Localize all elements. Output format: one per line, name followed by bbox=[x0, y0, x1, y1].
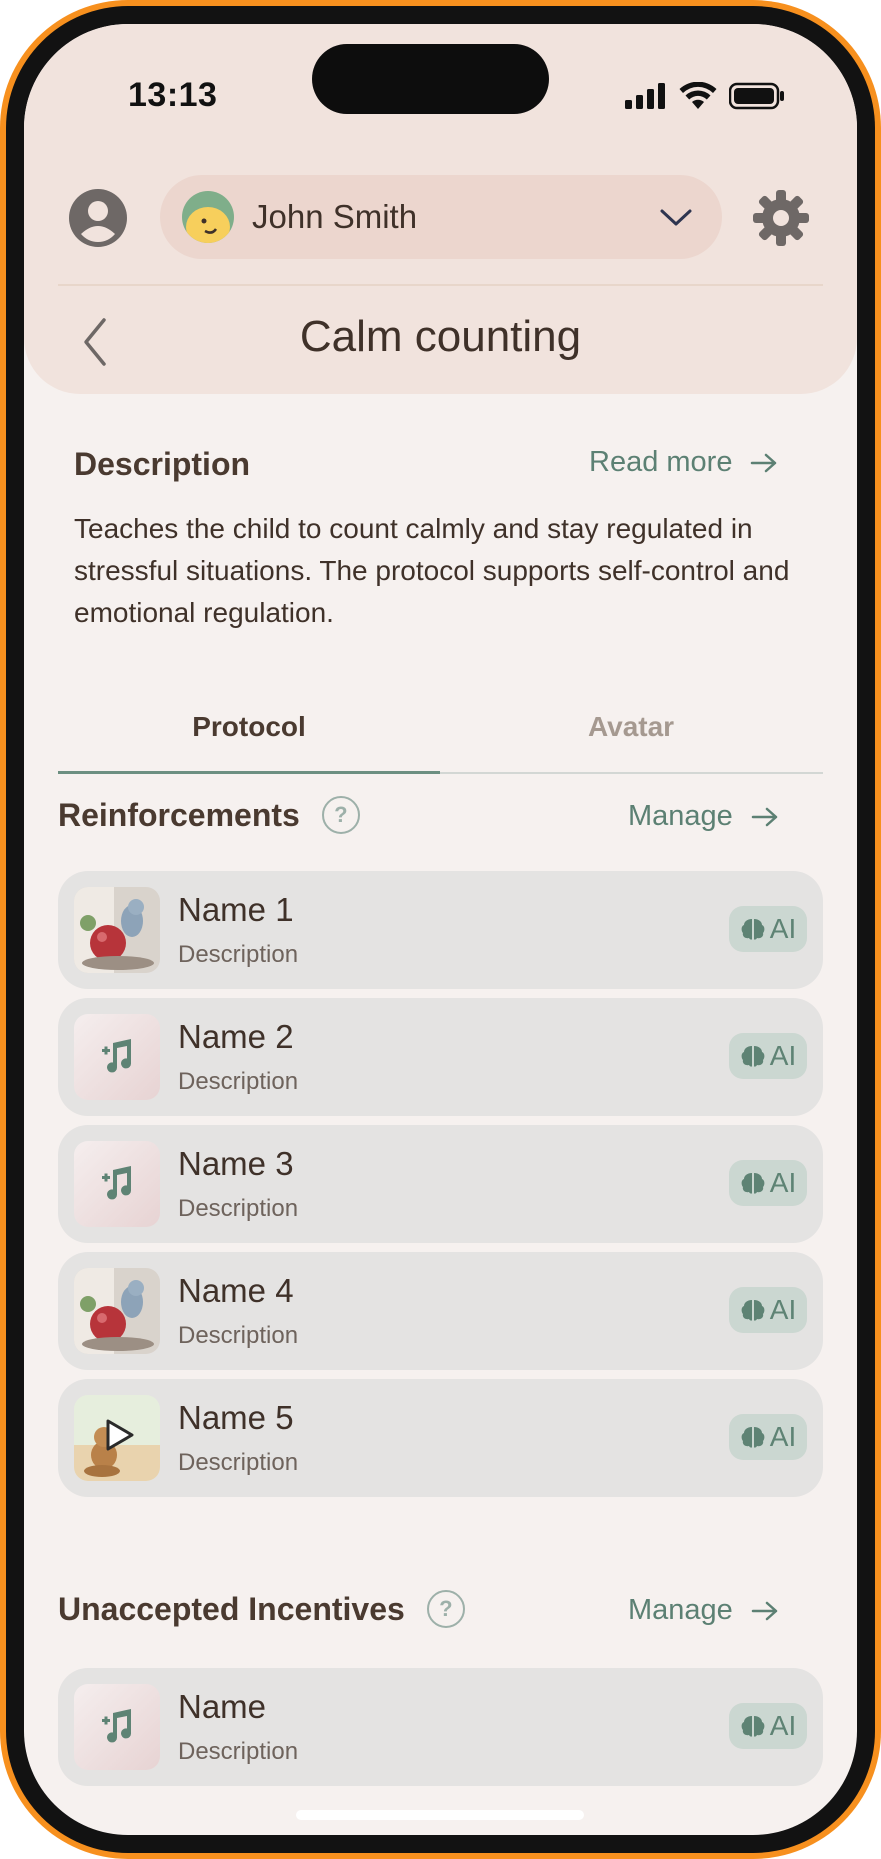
brain-icon bbox=[741, 1173, 765, 1194]
incentive-item[interactable]: Name Description AI bbox=[58, 1668, 823, 1786]
help-icon[interactable]: ? bbox=[321, 796, 360, 834]
ai-badge-label: AI bbox=[769, 1167, 797, 1198]
page-title: Calm counting bbox=[299, 312, 582, 361]
user-avatar bbox=[182, 191, 234, 243]
ai-badge-label: AI bbox=[769, 1710, 797, 1741]
header-divider bbox=[58, 284, 823, 286]
item-name: Name 5 bbox=[178, 1399, 294, 1436]
tab-avatar[interactable]: Avatar bbox=[440, 688, 822, 766]
arrow-right-icon bbox=[751, 807, 778, 826]
profile-icon[interactable] bbox=[68, 188, 128, 248]
read-more-label: Read more bbox=[589, 446, 733, 478]
item-description: Description bbox=[178, 1068, 299, 1095]
reinforcements-manage-link[interactable]: Manage bbox=[628, 800, 779, 833]
ai-badge: AI bbox=[729, 1414, 807, 1460]
user-name: John Smith bbox=[252, 198, 418, 235]
item-name: Name bbox=[178, 1688, 267, 1725]
unaccepted-incentives-title: Unaccepted Incentives bbox=[58, 1590, 405, 1627]
cellular-signal-icon bbox=[625, 83, 665, 109]
reinforcement-item[interactable]: Name 1 Description AI bbox=[58, 871, 823, 989]
chevron-down-icon bbox=[660, 209, 692, 226]
incentive-music-thumbnail bbox=[74, 1684, 160, 1770]
item-name: Name 1 bbox=[178, 891, 294, 928]
tab-active-indicator bbox=[58, 771, 440, 774]
item-name: Name 2 bbox=[178, 1018, 294, 1055]
reinforcement-item[interactable]: Name 3 Description AI bbox=[58, 1125, 823, 1243]
reinforcement-image-thumbnail bbox=[74, 1268, 160, 1354]
brain-icon bbox=[741, 919, 765, 940]
status-time: 13:13 bbox=[128, 76, 218, 114]
ai-badge: AI bbox=[729, 1160, 807, 1206]
read-more-link[interactable]: Read more bbox=[589, 446, 778, 479]
reinforcement-item[interactable]: Name 4 Description AI bbox=[58, 1252, 823, 1370]
music-note-icon bbox=[102, 1709, 132, 1743]
brain-icon bbox=[741, 1300, 765, 1321]
app-screen: 13:13 John Smith Calm counting Descripti… bbox=[24, 24, 857, 1835]
item-description: Description bbox=[178, 1449, 299, 1476]
ai-badge: AI bbox=[729, 1703, 807, 1749]
user-selector[interactable]: John Smith bbox=[160, 175, 722, 259]
wifi-icon bbox=[679, 82, 717, 109]
reinforcement-item[interactable]: Name 5 Description AI bbox=[58, 1379, 823, 1497]
settings-gear-icon[interactable] bbox=[752, 189, 810, 247]
reinforcement-image-thumbnail bbox=[74, 887, 160, 973]
battery-icon bbox=[729, 82, 784, 110]
reinforcements-heading: Reinforcements ? bbox=[58, 796, 360, 834]
brain-icon bbox=[741, 1716, 765, 1737]
unaccepted-incentives-heading: Unaccepted Incentives ? bbox=[58, 1590, 465, 1628]
item-description: Description bbox=[178, 1738, 299, 1765]
brain-icon bbox=[741, 1046, 765, 1067]
music-note-icon bbox=[102, 1039, 132, 1073]
item-description: Description bbox=[178, 1195, 299, 1222]
reinforcement-music-thumbnail bbox=[74, 1141, 160, 1227]
tab-bar: Protocol Avatar bbox=[58, 688, 823, 776]
manage-label: Manage bbox=[628, 1594, 733, 1626]
ai-badge-label: AI bbox=[769, 1040, 797, 1071]
ai-badge: AI bbox=[729, 906, 807, 952]
reinforcement-music-thumbnail bbox=[74, 1014, 160, 1100]
ai-badge-label: AI bbox=[769, 1294, 797, 1325]
home-indicator[interactable] bbox=[296, 1810, 584, 1820]
item-description: Description bbox=[178, 1322, 299, 1349]
unaccepted-manage-link[interactable]: Manage bbox=[628, 1594, 779, 1627]
brain-icon bbox=[741, 1427, 765, 1448]
reinforcement-item[interactable]: Name 2 Description AI bbox=[58, 998, 823, 1116]
music-note-icon bbox=[102, 1166, 132, 1200]
arrow-right-icon bbox=[751, 1601, 778, 1620]
help-icon[interactable]: ? bbox=[426, 1590, 465, 1628]
ai-badge-label: AI bbox=[769, 913, 797, 944]
description-heading: Description bbox=[74, 446, 251, 482]
dynamic-island bbox=[312, 44, 549, 114]
item-name: Name 4 bbox=[178, 1272, 294, 1309]
reinforcements-title: Reinforcements bbox=[58, 796, 300, 833]
tab-protocol[interactable]: Protocol bbox=[58, 688, 440, 766]
manage-label: Manage bbox=[628, 800, 733, 832]
status-icons bbox=[625, 82, 785, 110]
ai-badge: AI bbox=[729, 1033, 807, 1079]
description-text: Teaches the child to count calmly and st… bbox=[74, 513, 790, 628]
reinforcement-video-thumbnail bbox=[74, 1395, 160, 1481]
item-description: Description bbox=[178, 941, 299, 968]
arrow-right-icon bbox=[751, 453, 777, 472]
item-name: Name 3 bbox=[178, 1145, 294, 1182]
ai-badge: AI bbox=[729, 1287, 807, 1333]
ai-badge-label: AI bbox=[769, 1421, 797, 1452]
